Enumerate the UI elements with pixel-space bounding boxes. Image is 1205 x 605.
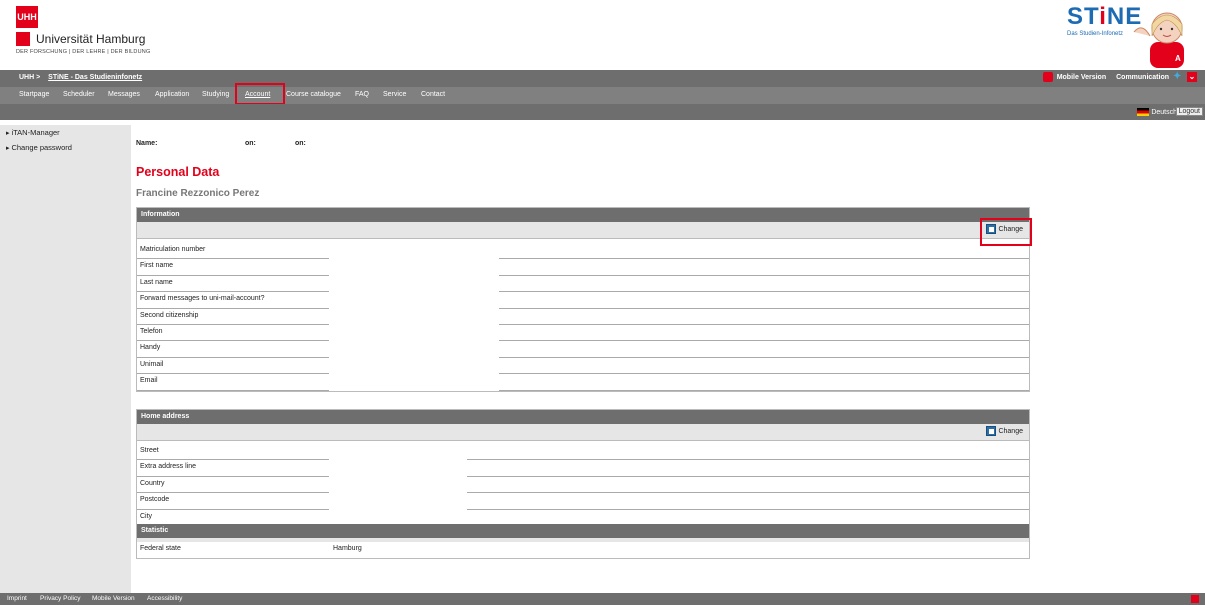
footer-mobile-link[interactable]: Mobile Version (92, 595, 135, 602)
breadcrumb: UHH > STiNE - Das Studieninfonetz Mobile… (0, 70, 1205, 87)
main-navigation: UHH > STiNE - Das Studieninfonetz Mobile… (0, 70, 1205, 120)
home-address-fields: Street Extra address line Country Postco… (137, 444, 1029, 524)
field-row: Street (137, 444, 1029, 461)
menu-faq[interactable]: FAQ (355, 91, 369, 98)
field-row: Extra address line (137, 460, 1029, 477)
change-highlight-box (980, 218, 1032, 246)
svg-text:A: A (1175, 54, 1181, 63)
field-label: Forward messages to uni-mail-account? (140, 295, 265, 303)
menu-service[interactable]: Service (383, 91, 406, 98)
change-label: Change (998, 427, 1023, 435)
menu-studying[interactable]: Studying (202, 91, 229, 98)
university-tagline: DER FORSCHUNG | DER LEHRE | DER BILDUNG (16, 49, 151, 55)
name-label: Name: (136, 140, 158, 147)
field-row: Last name (137, 276, 1029, 293)
sidebar-item-itan-manager[interactable]: iTAN-Manager (6, 125, 131, 140)
field-label: Postcode (140, 496, 170, 504)
german-flag-icon (1137, 108, 1150, 116)
menu-bar: Startpage Scheduler Messages Application… (0, 87, 1205, 104)
scroll-up-icon[interactable] (1191, 595, 1199, 603)
uhh-logo[interactable]: UHH (16, 6, 38, 28)
field-label: City (140, 512, 153, 520)
federal-state-value: Hamburg (333, 544, 362, 552)
field-row: Telefon (137, 325, 1029, 342)
on-label-1: on: (245, 140, 256, 147)
on-label-2: on: (295, 140, 306, 147)
field-label: Street (140, 447, 159, 454)
field-label: Country (140, 479, 165, 487)
field-label: Unimail (140, 360, 164, 368)
footer-imprint-link[interactable]: Imprint (7, 595, 27, 602)
federal-state-label: Federal state (140, 544, 181, 552)
field-label: Last name (140, 278, 173, 286)
information-section: Information Change Matriculation number … (136, 207, 1030, 392)
menu-application[interactable]: Application (155, 91, 189, 98)
page: UHH Universität Hamburg DER FORSCHUNG | … (0, 0, 1205, 605)
breadcrumb-stine-link[interactable]: STiNE - Das Studieninfonetz (48, 74, 142, 81)
field-row: City (137, 510, 1029, 524)
stine-mascot-icon: A (1133, 12, 1184, 68)
field-row: Postcode (137, 493, 1029, 510)
field-row: First name (137, 259, 1029, 276)
language-switch[interactable]: Deutsch (1137, 108, 1177, 116)
home-address-section: Home address Change Street Extra address… (136, 409, 1030, 559)
field-row: Matriculation number (137, 243, 1029, 260)
person-name: Francine Rezzonico Perez (136, 188, 260, 199)
field-row: Federal state Hamburg (137, 542, 1029, 558)
university-name: Universität Hamburg (36, 32, 146, 46)
statistic-heading: Statistic (137, 523, 1029, 538)
field-row: Email (137, 374, 1029, 391)
sub-toolbar: Deutsch Logout (0, 104, 1205, 120)
name-row: Name: on: on: (136, 140, 306, 147)
language-label[interactable]: Deutsch (1151, 109, 1177, 116)
communication-link[interactable]: Communication (1116, 74, 1169, 81)
university-block[interactable]: Universität Hamburg DER FORSCHUNG | DER … (16, 32, 150, 55)
field-row: Country (137, 477, 1029, 494)
menu-messages[interactable]: Messages (108, 91, 140, 98)
field-label: Telefon (140, 327, 163, 335)
twitter-icon[interactable]: ✦ (1173, 72, 1183, 82)
field-label: Handy (140, 344, 161, 352)
field-row: Forward messages to uni-mail-account? (137, 292, 1029, 309)
sidebar-item-change-password[interactable]: Change password (6, 140, 131, 155)
university-emblem-icon (16, 32, 30, 46)
account-highlight-box (235, 83, 285, 105)
home-address-change-bar: Change (137, 424, 1029, 441)
menu-contact[interactable]: Contact (421, 91, 445, 98)
menu-scheduler[interactable]: Scheduler (63, 91, 95, 98)
field-label: Extra address line (140, 463, 197, 471)
sidebar: iTAN-Manager Change password (0, 125, 131, 593)
home-address-heading: Home address (137, 410, 1029, 424)
field-label: Matriculation number (140, 246, 206, 253)
footer-accessibility-link[interactable]: Accessibility (147, 595, 182, 602)
field-row: Handy (137, 341, 1029, 358)
header: UHH Universität Hamburg DER FORSCHUNG | … (0, 0, 1205, 70)
mobile-version-link[interactable]: Mobile Version (1057, 74, 1106, 81)
information-change-bar: Change (137, 222, 1029, 239)
breadcrumb-root[interactable]: UHH > (19, 74, 40, 81)
edit-icon (986, 426, 997, 436)
mobile-version-icon[interactable] (1042, 72, 1053, 82)
field-row: Second citizenship (137, 309, 1029, 325)
footer: Imprint Privacy Policy Mobile Version Ac… (0, 593, 1205, 605)
header-tools: Mobile Version Communication ✦ ⌄ (1042, 72, 1197, 82)
information-fields: Matriculation number First name Last nam… (137, 243, 1029, 391)
information-heading: Information (137, 208, 1029, 222)
field-label: First name (140, 262, 174, 270)
logout-button[interactable]: Logout (1175, 107, 1203, 116)
chevron-down-icon[interactable]: ⌄ (1187, 72, 1197, 82)
home-address-change-button[interactable]: Change (986, 426, 1023, 436)
uhh-logo-box: UHH (16, 6, 38, 28)
field-label: Email (140, 377, 158, 385)
field-row: Unimail (137, 358, 1029, 375)
menu-course-catalogue[interactable]: Course catalogue (286, 91, 341, 98)
footer-privacy-link[interactable]: Privacy Policy (40, 595, 80, 602)
menu-startpage[interactable]: Startpage (19, 91, 49, 98)
page-title: Personal Data (136, 165, 220, 179)
field-label: Second citizenship (140, 311, 199, 319)
